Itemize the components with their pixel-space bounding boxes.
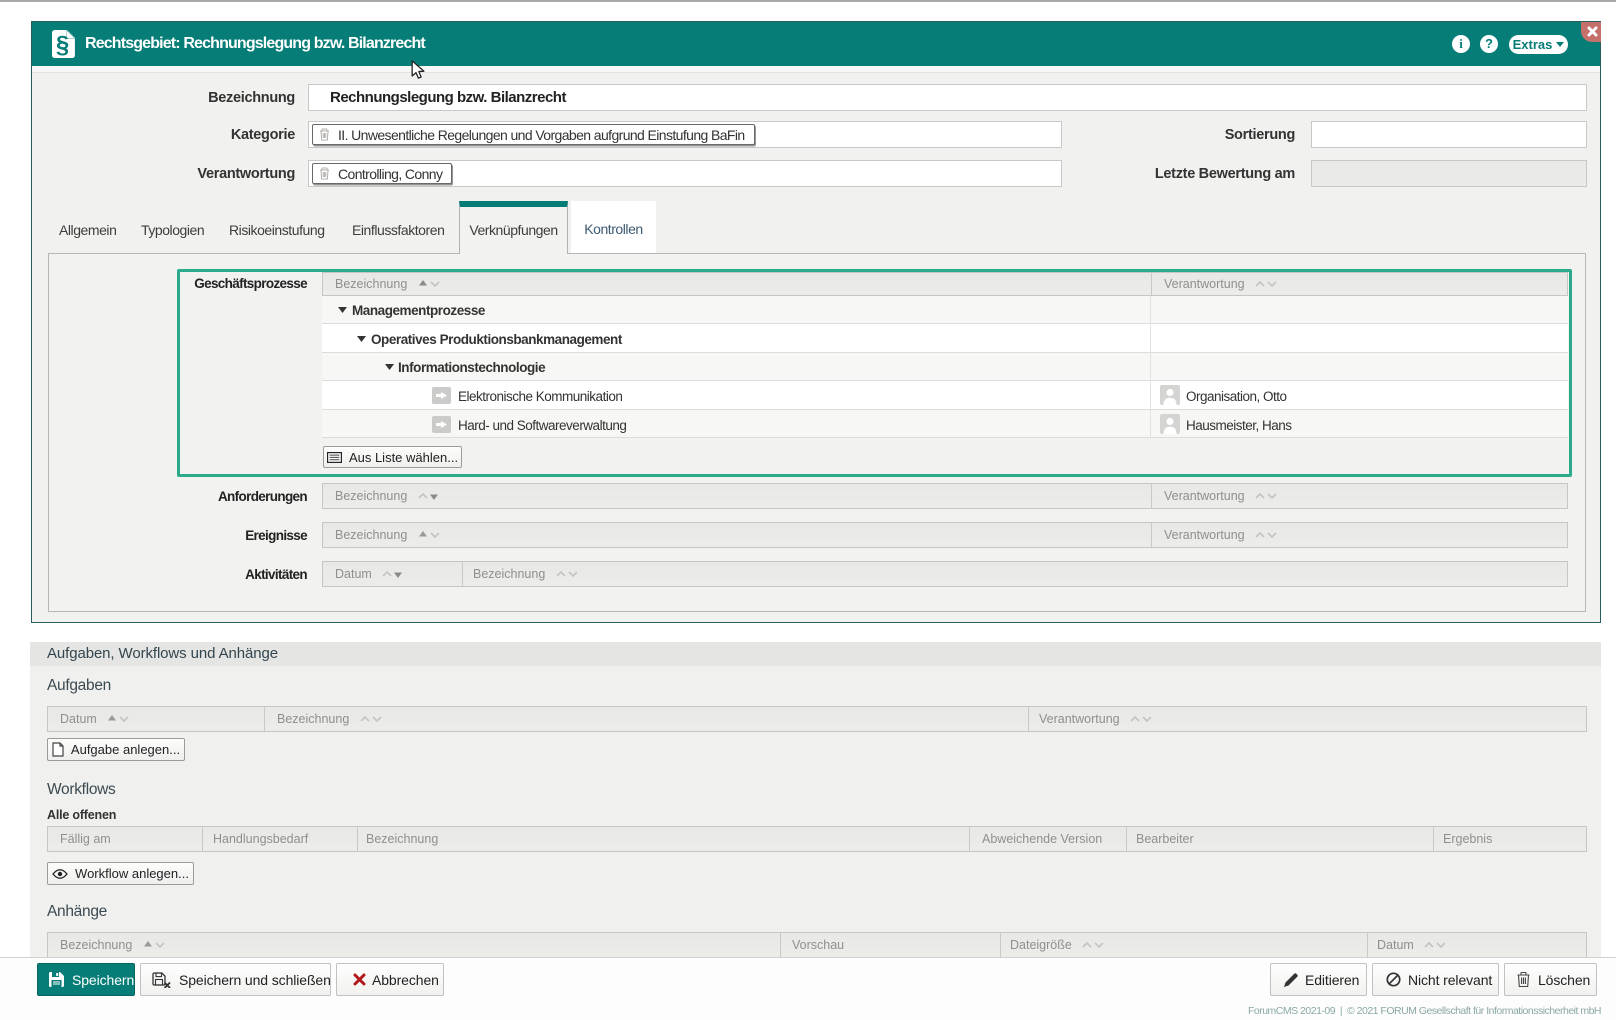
svg-text:§: § [56, 32, 69, 59]
